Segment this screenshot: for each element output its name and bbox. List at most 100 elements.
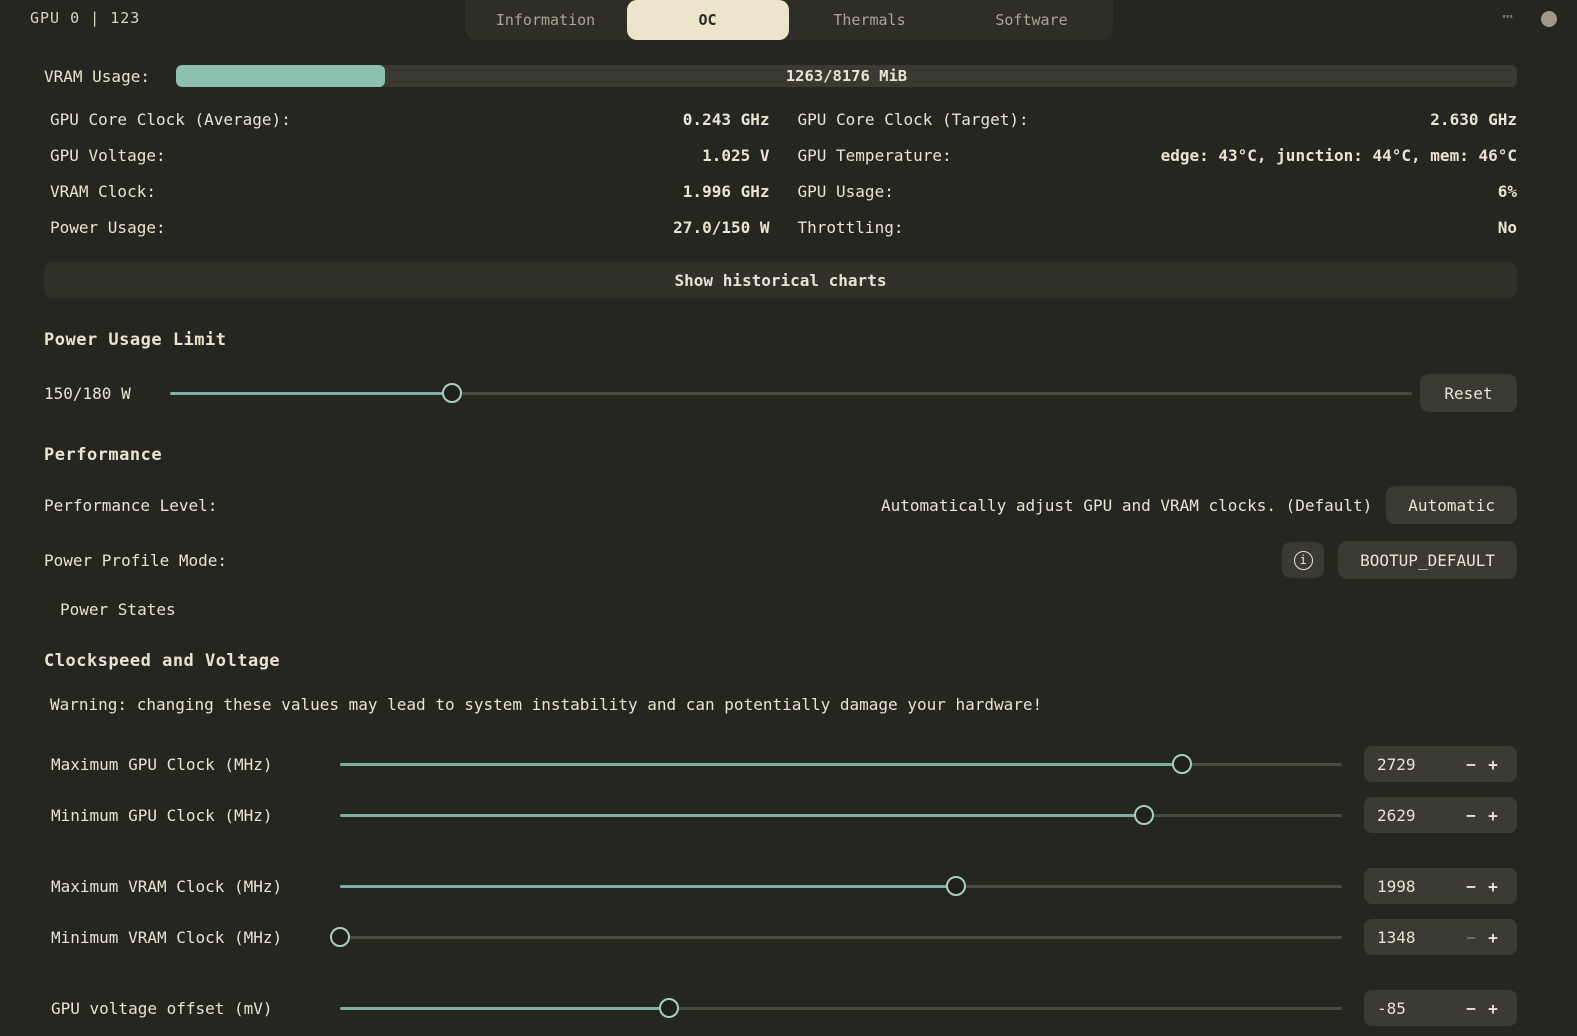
decrement-button[interactable]: − [1460, 877, 1482, 896]
max-vram-clock-slider[interactable] [340, 876, 1342, 896]
stat-label: GPU Voltage: [50, 145, 166, 165]
stat-value: 6% [1497, 181, 1517, 201]
max-gpu-clock-slider[interactable] [340, 754, 1342, 774]
max-gpu-clock-spinbox: 2729 − + [1364, 746, 1517, 782]
stat-throttling: Throttling: No [792, 209, 1518, 245]
spinbox-value: 2729 [1377, 754, 1416, 774]
power-profile-info-button[interactable]: i [1282, 542, 1325, 578]
stat-value: 0.243 GHz [682, 109, 770, 129]
vram-usage-progressbar: 1263/8176 MiB [176, 65, 1517, 87]
slider-handle[interactable] [658, 998, 679, 1018]
min-gpu-clock-label: Minimum GPU Clock (MHz) [51, 805, 273, 825]
performance-level-description: Automatically adjust GPU and VRAM clocks… [881, 495, 1373, 515]
performance-level-label: Performance Level: [44, 495, 218, 515]
stat-label: GPU Temperature: [797, 145, 952, 165]
gpu-voltage-offset-label: GPU voltage offset (mV) [51, 998, 273, 1018]
stat-label: Throttling: [797, 217, 904, 237]
vram-usage-label: VRAM Usage: [44, 66, 150, 86]
hardware-warning-text: Warning: changing these values may lead … [50, 695, 1043, 714]
slider-fill [340, 1006, 669, 1010]
slider-track [340, 884, 1342, 888]
tab-software[interactable]: Software [951, 0, 1113, 40]
max-vram-clock-label: Maximum VRAM Clock (MHz) [51, 876, 283, 896]
power-limit-value: 150/180 W [44, 383, 131, 403]
gpu-voltage-offset-spinbox: -85 − + [1364, 990, 1517, 1026]
min-vram-clock-label: Minimum VRAM Clock (MHz) [51, 927, 283, 947]
gpu-voltage-offset-slider[interactable] [340, 998, 1342, 1018]
max-gpu-clock-label: Maximum GPU Clock (MHz) [51, 754, 273, 774]
stat-gpu-voltage: GPU Voltage: 1.025 V [44, 137, 770, 173]
increment-button[interactable]: + [1482, 928, 1504, 947]
slider-handle[interactable] [946, 876, 967, 896]
power-limit-reset-button[interactable]: Reset [1420, 374, 1517, 412]
stats-grid: GPU Core Clock (Average): 0.243 GHz GPU … [44, 101, 1517, 245]
power-profile-dropdown[interactable]: BOOTUP_DEFAULT [1338, 541, 1517, 579]
increment-button[interactable]: + [1482, 806, 1504, 825]
header-bar: GPU 0 | 123 Information OC Thermals Soft… [0, 0, 1577, 40]
stat-label: GPU Core Clock (Average): [50, 109, 291, 129]
show-historical-charts-button[interactable]: Show historical charts [44, 262, 1517, 298]
gpu-control-app: GPU 0 | 123 Information OC Thermals Soft… [0, 0, 1577, 1036]
slider-handle[interactable] [330, 927, 350, 947]
spinbox-value: 1998 [1377, 876, 1416, 896]
increment-button[interactable]: + [1482, 999, 1504, 1018]
tab-information[interactable]: Information [465, 0, 627, 40]
stat-label: GPU Core Clock (Target): [797, 109, 1029, 129]
slider-track [340, 1006, 1342, 1010]
tab-thermals[interactable]: Thermals [789, 0, 951, 40]
power-limit-row: 150/180 W Reset [44, 373, 1517, 413]
slider-track [340, 813, 1342, 817]
stat-core-clock-avg: GPU Core Clock (Average): 0.243 GHz [44, 101, 770, 137]
increment-button[interactable]: + [1482, 755, 1504, 774]
stat-label: Power Usage: [50, 217, 166, 237]
increment-button[interactable]: + [1482, 877, 1504, 896]
performance-heading: Performance [44, 445, 163, 465]
stat-label: GPU Usage: [797, 181, 894, 201]
slider-handle[interactable] [1171, 754, 1192, 774]
oc-page: VRAM Usage: 1263/8176 MiB GPU Core Clock… [0, 65, 1577, 1026]
slider-handle[interactable] [1133, 805, 1154, 825]
tab-oc[interactable]: OC [626, 0, 789, 40]
decrement-button[interactable]: − [1460, 999, 1482, 1018]
min-gpu-clock-slider[interactable] [340, 805, 1342, 825]
slider-fill [340, 762, 1182, 766]
power-usage-limit-heading: Power Usage Limit [44, 330, 227, 350]
max-gpu-clock-row: Maximum GPU Clock (MHz) 2729 − + [44, 746, 1517, 782]
gpu-voltage-offset-row: GPU voltage offset (mV) -85 − + [44, 990, 1517, 1026]
slider-fill [170, 391, 452, 395]
slider-handle[interactable] [441, 383, 462, 403]
slider-fill [340, 813, 1144, 817]
decrement-button[interactable]: − [1460, 806, 1482, 825]
stat-value: 1.025 V [702, 145, 770, 165]
clockspeed-heading: Clockspeed and Voltage [44, 651, 281, 671]
power-states-expander[interactable]: Power States [44, 600, 1517, 619]
stat-value: 2.630 GHz [1430, 109, 1517, 129]
gpu-selector[interactable]: GPU 0 | 123 [30, 9, 140, 27]
max-vram-clock-spinbox: 1998 − + [1364, 868, 1517, 904]
min-gpu-clock-spinbox: 2629 − + [1364, 797, 1517, 833]
decrement-button[interactable]: − [1460, 755, 1482, 774]
performance-level-row: Performance Level: Automatically adjust … [44, 485, 1517, 525]
window-control-icon[interactable] [1541, 11, 1557, 27]
power-limit-slider[interactable] [170, 383, 1412, 403]
decrement-button[interactable]: − [1460, 928, 1482, 947]
stat-label: VRAM Clock: [50, 181, 156, 201]
min-vram-clock-slider[interactable] [330, 927, 1342, 947]
stat-core-clock-target: GPU Core Clock (Target): 2.630 GHz [792, 101, 1518, 137]
spinbox-value: 1348 [1377, 927, 1416, 947]
info-icon: i [1293, 550, 1313, 570]
min-vram-clock-spinbox: 1348 − + [1364, 919, 1517, 955]
max-vram-clock-row: Maximum VRAM Clock (MHz) 1998 − + [44, 868, 1517, 904]
stat-power-usage: Power Usage: 27.0/150 W [44, 209, 770, 245]
spinbox-value: 2629 [1377, 805, 1416, 825]
stat-value: 1.996 GHz [682, 181, 770, 201]
stat-value: 27.0/150 W [673, 217, 770, 237]
slider-track [170, 391, 1412, 395]
menu-ellipsis-icon[interactable]: ⋯ [1502, 6, 1515, 27]
stat-gpu-usage: GPU Usage: 6% [792, 173, 1518, 209]
stat-value: edge: 43°C, junction: 44°C, mem: 46°C [1160, 145, 1517, 165]
performance-level-dropdown[interactable]: Automatic [1386, 486, 1517, 524]
min-vram-clock-row: Minimum VRAM Clock (MHz) 1348 − + [44, 919, 1517, 955]
tab-bar: Information OC Thermals Software [464, 0, 1113, 40]
spinbox-value: -85 [1377, 998, 1406, 1018]
